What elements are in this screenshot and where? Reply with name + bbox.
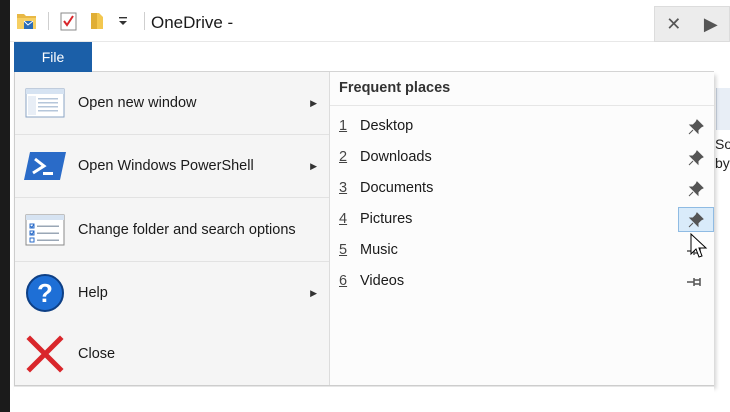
desktop-edge xyxy=(0,0,10,412)
background-text: So xyxy=(715,136,730,152)
panel-divider xyxy=(330,105,714,106)
unpinned-icon[interactable] xyxy=(678,269,714,294)
place-name: Desktop xyxy=(360,118,414,134)
frequent-place-downloads[interactable]: 2 Downloads xyxy=(330,142,714,173)
background-file-thumbnail xyxy=(716,88,730,130)
menu-divider xyxy=(15,197,329,198)
powershell-icon xyxy=(23,144,67,188)
submenu-arrow-icon: ▶ xyxy=(310,160,317,171)
folder-options-item[interactable]: Change folder and search options xyxy=(15,199,329,261)
background-text: by xyxy=(715,155,730,171)
close-item[interactable]: Close xyxy=(15,323,329,385)
place-number: 5 xyxy=(339,242,348,258)
place-name: Documents xyxy=(360,180,434,196)
pinned-icon[interactable] xyxy=(678,176,714,201)
file-tab[interactable]: File xyxy=(14,42,92,72)
play-icon[interactable]: ▶ xyxy=(704,15,718,33)
pinned-icon[interactable] xyxy=(678,207,714,232)
frequent-place-pictures[interactable]: 4 Pictures xyxy=(330,204,714,235)
frequent-place-documents[interactable]: 3 Documents xyxy=(330,173,714,204)
submenu-arrow-icon: ▶ xyxy=(310,287,317,298)
customize-toolbar-dropdown-icon[interactable] xyxy=(114,9,132,33)
explorer-folder-icon[interactable] xyxy=(14,9,40,33)
place-number: 1 xyxy=(339,118,348,134)
window-title: OneDrive - xyxy=(151,13,234,32)
ribbon-controls: ✕ ▶ xyxy=(654,6,730,42)
close-red-icon xyxy=(23,332,67,376)
frequent-places-title: Frequent places xyxy=(339,80,451,96)
mouse-cursor-icon xyxy=(690,232,708,261)
help-icon: ? xyxy=(23,271,67,315)
toolbar-separator xyxy=(144,12,145,30)
frequent-place-videos[interactable]: 6 Videos xyxy=(330,266,714,297)
cmd-label: Open new window xyxy=(78,95,197,111)
frequent-place-desktop[interactable]: 1 Desktop xyxy=(330,111,714,142)
place-name: Music xyxy=(360,242,398,258)
frequent-places-panel: Frequent places 1 Desktop 2 Downloads 3 … xyxy=(329,72,714,385)
place-number: 3 xyxy=(339,180,348,196)
cmd-label: Open Windows PowerShell xyxy=(78,158,254,174)
new-folder-icon[interactable] xyxy=(86,9,108,33)
cmd-label: Change folder and search options xyxy=(78,222,296,238)
place-number: 2 xyxy=(339,149,348,165)
toolbar-separator xyxy=(48,12,49,30)
place-name: Downloads xyxy=(360,149,432,165)
pinned-icon[interactable] xyxy=(678,114,714,139)
open-new-window-item[interactable]: Open new window ▶ xyxy=(15,72,329,134)
help-item[interactable]: ? Help ▶ xyxy=(15,262,329,324)
file-menu: Open new window ▶ Open Windows PowerShel… xyxy=(14,72,714,386)
close-icon[interactable]: ✕ xyxy=(666,15,681,33)
folder-options-icon xyxy=(23,208,67,252)
pinned-icon[interactable] xyxy=(678,145,714,170)
new-window-icon xyxy=(23,81,67,125)
submenu-arrow-icon: ▶ xyxy=(310,97,317,108)
svg-text:?: ? xyxy=(37,278,53,308)
place-number: 6 xyxy=(339,273,348,289)
properties-icon[interactable] xyxy=(58,9,80,33)
title-bar: OneDrive - xyxy=(10,0,654,42)
place-name: Videos xyxy=(360,273,405,289)
cmd-label: Close xyxy=(78,346,116,362)
cmd-label: Help xyxy=(78,285,108,301)
background-explorer-strip xyxy=(14,386,714,412)
open-powershell-item[interactable]: Open Windows PowerShell ▶ xyxy=(15,135,329,197)
place-name: Pictures xyxy=(360,211,413,227)
frequent-place-music[interactable]: 5 Music xyxy=(330,235,714,266)
background-fragment xyxy=(64,403,164,412)
file-menu-commands: Open new window ▶ Open Windows PowerShel… xyxy=(15,72,329,385)
place-number: 4 xyxy=(339,211,348,227)
